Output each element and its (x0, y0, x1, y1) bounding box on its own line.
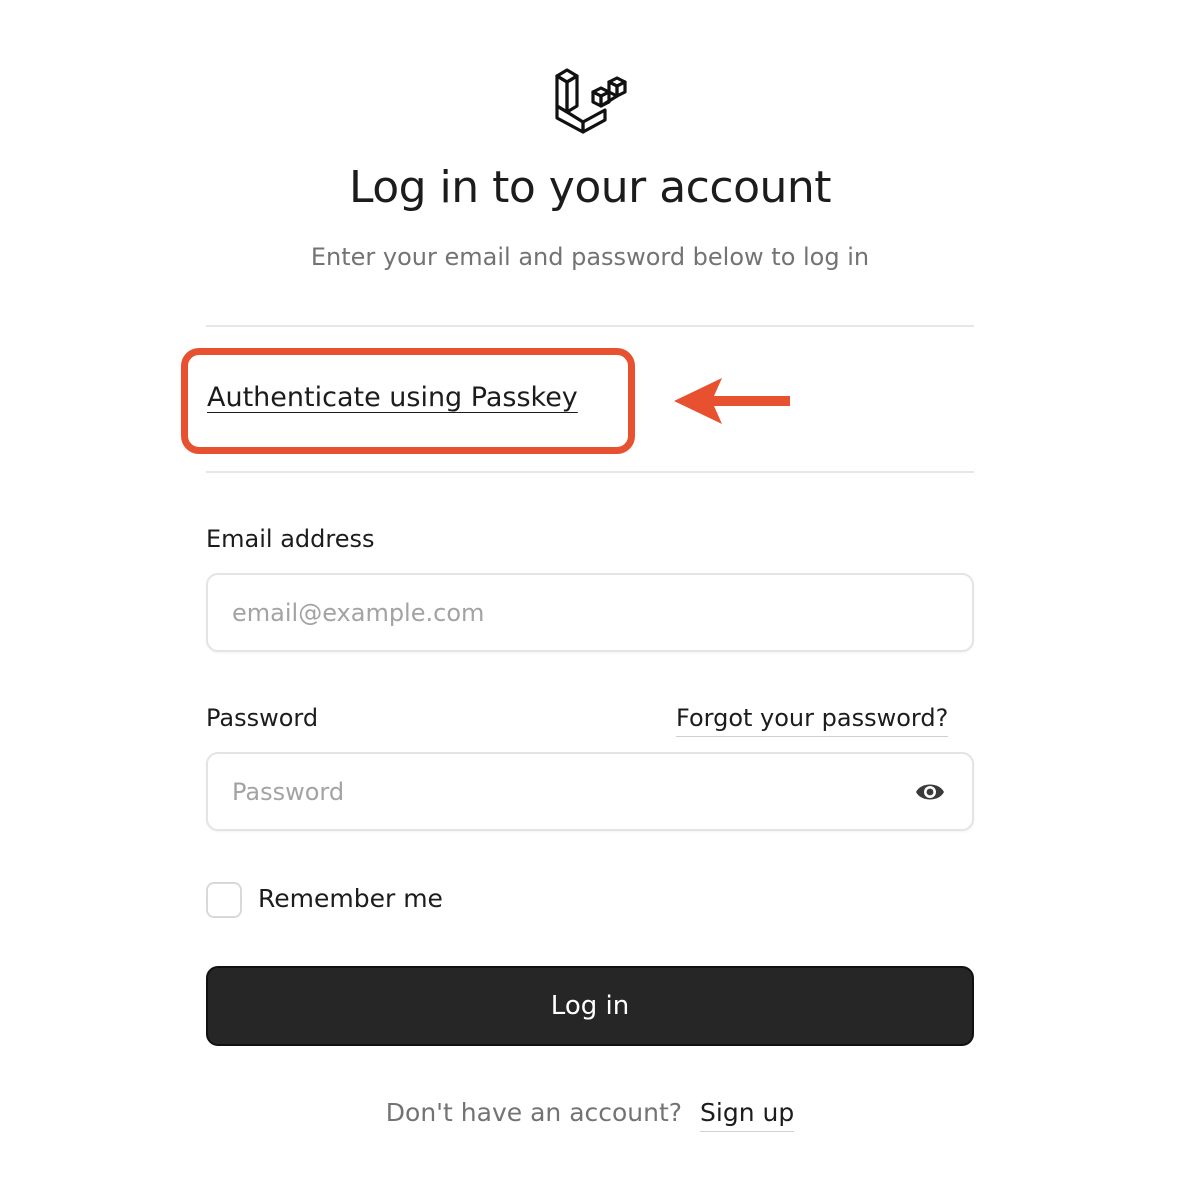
signup-prompt: Don't have an account? Sign up (0, 1098, 1180, 1132)
page-subtitle: Enter your email and password below to l… (310, 243, 870, 271)
eye-icon[interactable] (914, 779, 946, 805)
forgot-password-link[interactable]: Forgot your password? (676, 704, 949, 737)
sign-up-link[interactable]: Sign up (700, 1098, 795, 1132)
remember-me-checkbox[interactable] (206, 882, 242, 918)
email-field[interactable] (206, 573, 974, 652)
authenticate-passkey-link[interactable]: Authenticate using Passkey (207, 382, 578, 413)
divider-top (206, 325, 974, 327)
page-title: Log in to your account (348, 162, 832, 213)
password-label: Password (206, 704, 319, 732)
arrow-left-icon (674, 378, 790, 424)
divider-bottom (206, 471, 974, 473)
password-field[interactable] (206, 752, 974, 831)
remember-me-label: Remember me (258, 884, 443, 913)
login-page: Log in to your account Enter your email … (0, 0, 1180, 1186)
laravel-logo-icon (555, 68, 627, 134)
no-account-text: Don't have an account? (385, 1098, 683, 1127)
log-in-button[interactable]: Log in (206, 966, 974, 1046)
email-label: Email address (206, 525, 375, 553)
